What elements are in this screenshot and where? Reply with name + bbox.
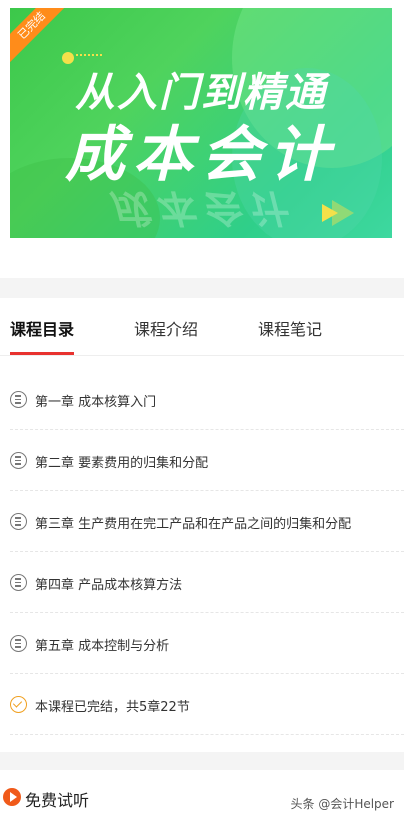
chapter-label: 第三章 生产费用在完工产品和在产品之间的归集和分配 bbox=[35, 517, 352, 532]
section-divider bbox=[0, 278, 404, 298]
course-tabs: 课程目录 课程介绍 课程笔记 bbox=[0, 298, 404, 356]
check-circle-icon bbox=[10, 696, 27, 713]
chapter-label: 第二章 要素费用的归集和分配 bbox=[35, 456, 209, 471]
play-icon bbox=[3, 788, 21, 806]
section-divider bbox=[0, 752, 404, 770]
chapter-label: 第四章 产品成本核算方法 bbox=[35, 578, 183, 593]
chapter-label: 第五章 成本控制与分析 bbox=[35, 639, 170, 654]
completion-label: 本课程已完结，共5章22节 bbox=[35, 700, 190, 715]
list-icon bbox=[10, 391, 27, 408]
chapter-item[interactable]: 第一章 成本核算入门 bbox=[10, 370, 404, 430]
tab-notes[interactable]: 课程笔记 bbox=[258, 316, 322, 340]
chapter-item[interactable]: 第三章 生产费用在完工产品和在产品之间的归集和分配 bbox=[10, 492, 404, 552]
completion-status: 本课程已完结，共5章22节 bbox=[10, 675, 404, 735]
course-banner[interactable]: 已完结 从入门到精通 成本会计 成本会计 bbox=[10, 8, 392, 238]
list-icon bbox=[10, 574, 27, 591]
free-trial-label: 免费试听 bbox=[25, 791, 90, 810]
tab-introduction[interactable]: 课程介绍 bbox=[134, 316, 198, 340]
chapter-item[interactable]: 第五章 成本控制与分析 bbox=[10, 614, 404, 674]
list-icon bbox=[10, 513, 27, 530]
decor-play-icon bbox=[322, 204, 338, 222]
list-icon bbox=[10, 452, 27, 469]
chapter-label: 第一章 成本核算入门 bbox=[35, 395, 157, 410]
list-icon bbox=[10, 635, 27, 652]
free-trial-section[interactable]: 免费试听 头条 @会计Helper bbox=[0, 770, 404, 819]
active-tab-indicator bbox=[10, 352, 74, 355]
chapter-item[interactable]: 第四章 产品成本核算方法 bbox=[10, 553, 404, 613]
chapter-item[interactable]: 第二章 要素费用的归集和分配 bbox=[10, 431, 404, 491]
banner-title-line2: 成本会计 bbox=[65, 120, 337, 190]
watermark: 头条 @会计Helper bbox=[290, 797, 395, 811]
tab-catalog[interactable]: 课程目录 bbox=[10, 316, 74, 340]
